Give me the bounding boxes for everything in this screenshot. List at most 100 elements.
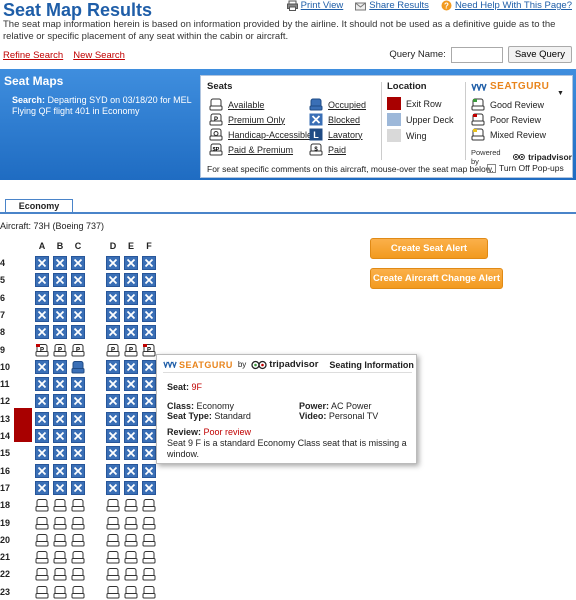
seat-4b-blocked[interactable] [53,256,67,270]
seat-6c-blocked[interactable] [71,290,85,305]
seat-16b-blocked[interactable] [53,463,67,478]
seat-15b-blocked[interactable] [53,446,67,461]
seat-23a-available[interactable] [35,585,49,599]
seat-20c-available[interactable] [71,533,85,547]
seat-5e-blocked[interactable] [124,273,138,288]
seat-10e-blocked[interactable] [124,359,138,374]
seat-12b-blocked[interactable] [53,394,67,409]
seat-5c-blocked[interactable] [71,273,85,288]
seat-7b-blocked[interactable] [53,307,67,322]
seat-4a-blocked[interactable] [35,256,49,270]
seat-21a-available[interactable] [35,550,49,564]
new-search-link[interactable]: New Search [73,50,125,61]
seat-11d-blocked[interactable] [106,377,120,392]
seat-15e-blocked[interactable] [124,446,138,461]
query-name-input[interactable] [450,46,503,63]
seat-11a-blocked[interactable] [35,377,49,392]
seat-9a-premium[interactable]: P [35,343,49,357]
seat-23e-available[interactable] [124,585,138,599]
seat-22c-available[interactable] [71,567,85,581]
seat-21d-available[interactable] [106,550,120,564]
seat-22d-available[interactable] [106,567,120,581]
seat-5b-blocked[interactable] [53,273,67,288]
seat-13a-blocked[interactable] [35,411,49,426]
seat-8f-blocked[interactable] [142,325,156,340]
seat-4e-blocked[interactable] [124,256,138,270]
seat-20a-available[interactable] [35,533,49,547]
seat-6a-blocked[interactable] [35,290,49,305]
seat-20d-available[interactable] [106,533,120,547]
seat-17f-blocked[interactable] [142,480,156,495]
seat-16c-blocked[interactable] [71,463,85,478]
seat-7e-blocked[interactable] [124,307,138,322]
seat-10d-blocked[interactable] [106,359,120,374]
seat-13f-blocked[interactable] [142,411,156,426]
seat-13d-blocked[interactable] [106,411,120,426]
seat-12a-blocked[interactable] [35,394,49,409]
seat-21b-available[interactable] [53,550,67,564]
seat-9d-premium[interactable]: P [106,343,120,357]
seat-23d-available[interactable] [106,585,120,599]
seat-9f-premium[interactable]: P [142,343,156,357]
seat-20e-available[interactable] [124,533,138,547]
seat-6e-blocked[interactable] [124,290,138,305]
seat-11c-blocked[interactable] [71,377,85,392]
seat-17d-blocked[interactable] [106,480,120,495]
seat-17e-blocked[interactable] [124,480,138,495]
seat-5d-blocked[interactable] [106,273,120,288]
seat-6b-blocked[interactable] [53,290,67,305]
seat-6d-blocked[interactable] [106,290,120,305]
seat-8d-blocked[interactable] [106,325,120,340]
seat-10b-blocked[interactable] [53,359,67,374]
seat-5f-blocked[interactable] [142,273,156,288]
seat-13b-blocked[interactable] [53,411,67,426]
seat-4f-blocked[interactable] [142,256,156,270]
seat-10c-occupied[interactable] [71,360,85,374]
refine-search-link[interactable]: Refine Search [3,50,63,61]
seat-13e-blocked[interactable] [124,411,138,426]
seat-15d-blocked[interactable] [106,446,120,461]
seat-7f-blocked[interactable] [142,307,156,322]
seat-21c-available[interactable] [71,550,85,564]
seat-16e-blocked[interactable] [124,463,138,478]
seat-20b-available[interactable] [53,533,67,547]
seat-14b-blocked[interactable] [53,429,67,443]
seat-18c-available[interactable] [71,498,85,512]
seat-22f-available[interactable] [142,567,156,581]
seat-15a-blocked[interactable] [35,446,49,461]
seat-7d-blocked[interactable] [106,307,120,322]
seat-9e-premium[interactable]: P [124,343,138,357]
seat-10a-blocked[interactable] [35,359,49,374]
seat-21e-available[interactable] [124,550,138,564]
seat-13c-blocked[interactable] [71,411,85,426]
popups-checkbox[interactable] [487,163,496,173]
seat-18f-available[interactable] [142,498,156,512]
seat-14f-blocked[interactable] [142,429,156,443]
seat-14c-blocked[interactable] [71,429,85,443]
seat-19a-available[interactable] [35,516,49,530]
seat-4d-blocked[interactable] [106,256,120,270]
seat-8a-blocked[interactable] [35,325,49,340]
seat-17a-blocked[interactable] [35,480,49,495]
seat-22b-available[interactable] [53,567,67,581]
seat-9c-premium[interactable]: P [71,343,85,357]
seat-15f-blocked[interactable] [142,446,156,461]
seat-7a-blocked[interactable] [35,307,49,322]
seat-19e-available[interactable] [124,516,138,530]
seat-23b-available[interactable] [53,585,67,599]
seat-19d-available[interactable] [106,516,120,530]
seat-8e-blocked[interactable] [124,325,138,340]
create-aircraft-change-alert-button[interactable]: Create Aircraft Change Alert [370,268,503,289]
seat-7c-blocked[interactable] [71,307,85,322]
seat-22a-available[interactable] [35,567,49,581]
seat-19f-available[interactable] [142,516,156,530]
help-link[interactable]: ? Need Help With This Page? [441,0,572,11]
print-view-link[interactable]: Print View [286,0,343,11]
seat-19c-available[interactable] [71,516,85,530]
seat-16d-blocked[interactable] [106,463,120,478]
seat-19b-available[interactable] [53,516,67,530]
tab-economy[interactable]: Economy [5,199,73,213]
seat-9b-premium[interactable]: P [53,343,67,357]
seat-11f-blocked[interactable] [142,377,156,392]
seat-8b-blocked[interactable] [53,325,67,340]
